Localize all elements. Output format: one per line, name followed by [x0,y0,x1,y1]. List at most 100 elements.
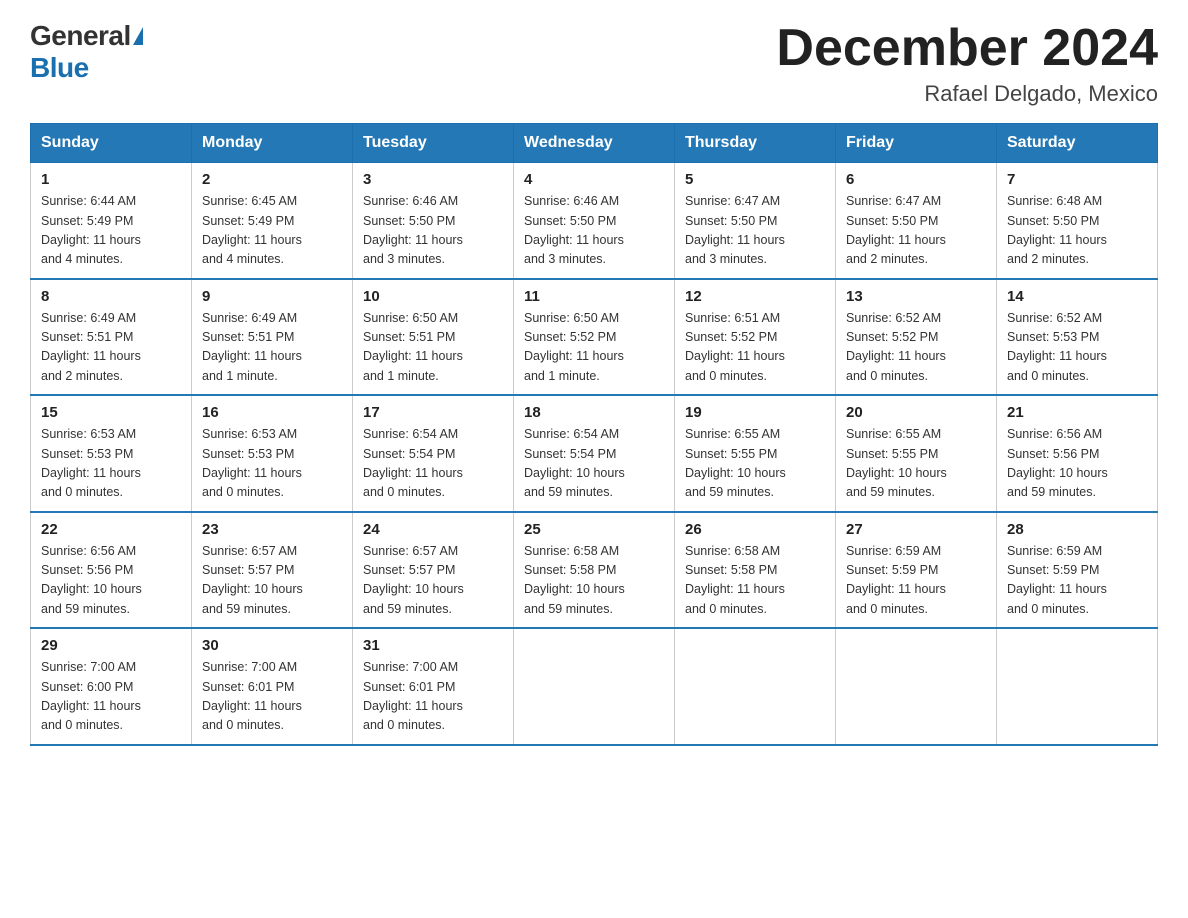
calendar-cell: 1 Sunrise: 6:44 AM Sunset: 5:49 PM Dayli… [31,163,192,279]
day-number: 19 [685,404,825,421]
logo-blue-text: Blue [30,52,89,83]
header-friday: Friday [836,124,997,163]
day-info: Sunrise: 6:57 AM Sunset: 5:57 PM Dayligh… [363,542,503,620]
day-number: 12 [685,288,825,305]
week-row-3: 15 Sunrise: 6:53 AM Sunset: 5:53 PM Dayl… [31,395,1158,512]
logo: General Blue [30,20,143,84]
day-info: Sunrise: 6:57 AM Sunset: 5:57 PM Dayligh… [202,542,342,620]
day-number: 28 [1007,521,1147,538]
calendar-table: SundayMondayTuesdayWednesdayThursdayFrid… [30,123,1158,746]
day-number: 3 [363,171,503,188]
calendar-header-row: SundayMondayTuesdayWednesdayThursdayFrid… [31,124,1158,163]
month-title: December 2024 [776,20,1158,77]
header-thursday: Thursday [675,124,836,163]
calendar-cell: 26 Sunrise: 6:58 AM Sunset: 5:58 PM Dayl… [675,512,836,629]
calendar-cell: 19 Sunrise: 6:55 AM Sunset: 5:55 PM Dayl… [675,395,836,512]
day-info: Sunrise: 6:45 AM Sunset: 5:49 PM Dayligh… [202,192,342,270]
day-number: 9 [202,288,342,305]
header-sunday: Sunday [31,124,192,163]
day-info: Sunrise: 6:55 AM Sunset: 5:55 PM Dayligh… [846,425,986,503]
day-number: 1 [41,171,181,188]
calendar-cell: 30 Sunrise: 7:00 AM Sunset: 6:01 PM Dayl… [192,628,353,745]
calendar-cell [997,628,1158,745]
day-number: 14 [1007,288,1147,305]
title-area: December 2024 Rafael Delgado, Mexico [776,20,1158,107]
week-row-5: 29 Sunrise: 7:00 AM Sunset: 6:00 PM Dayl… [31,628,1158,745]
day-info: Sunrise: 6:47 AM Sunset: 5:50 PM Dayligh… [846,192,986,270]
day-number: 13 [846,288,986,305]
calendar-cell: 25 Sunrise: 6:58 AM Sunset: 5:58 PM Dayl… [514,512,675,629]
calendar-cell: 15 Sunrise: 6:53 AM Sunset: 5:53 PM Dayl… [31,395,192,512]
calendar-cell: 4 Sunrise: 6:46 AM Sunset: 5:50 PM Dayli… [514,163,675,279]
calendar-cell: 7 Sunrise: 6:48 AM Sunset: 5:50 PM Dayli… [997,163,1158,279]
calendar-cell: 23 Sunrise: 6:57 AM Sunset: 5:57 PM Dayl… [192,512,353,629]
header-monday: Monday [192,124,353,163]
calendar-cell [675,628,836,745]
day-number: 23 [202,521,342,538]
day-info: Sunrise: 6:46 AM Sunset: 5:50 PM Dayligh… [363,192,503,270]
day-info: Sunrise: 7:00 AM Sunset: 6:01 PM Dayligh… [202,658,342,736]
day-number: 4 [524,171,664,188]
header-tuesday: Tuesday [353,124,514,163]
day-number: 15 [41,404,181,421]
day-number: 26 [685,521,825,538]
day-number: 18 [524,404,664,421]
day-info: Sunrise: 6:53 AM Sunset: 5:53 PM Dayligh… [41,425,181,503]
calendar-cell: 9 Sunrise: 6:49 AM Sunset: 5:51 PM Dayli… [192,279,353,396]
calendar-cell: 6 Sunrise: 6:47 AM Sunset: 5:50 PM Dayli… [836,163,997,279]
logo-general-text: General [30,20,131,52]
day-number: 2 [202,171,342,188]
day-info: Sunrise: 6:53 AM Sunset: 5:53 PM Dayligh… [202,425,342,503]
day-info: Sunrise: 6:56 AM Sunset: 5:56 PM Dayligh… [1007,425,1147,503]
calendar-cell: 3 Sunrise: 6:46 AM Sunset: 5:50 PM Dayli… [353,163,514,279]
day-number: 7 [1007,171,1147,188]
day-number: 24 [363,521,503,538]
calendar-cell: 14 Sunrise: 6:52 AM Sunset: 5:53 PM Dayl… [997,279,1158,396]
calendar-cell: 11 Sunrise: 6:50 AM Sunset: 5:52 PM Dayl… [514,279,675,396]
calendar-cell: 17 Sunrise: 6:54 AM Sunset: 5:54 PM Dayl… [353,395,514,512]
location-title: Rafael Delgado, Mexico [776,81,1158,107]
day-number: 27 [846,521,986,538]
day-info: Sunrise: 6:56 AM Sunset: 5:56 PM Dayligh… [41,542,181,620]
day-info: Sunrise: 6:52 AM Sunset: 5:53 PM Dayligh… [1007,309,1147,387]
calendar-cell: 29 Sunrise: 7:00 AM Sunset: 6:00 PM Dayl… [31,628,192,745]
week-row-4: 22 Sunrise: 6:56 AM Sunset: 5:56 PM Dayl… [31,512,1158,629]
day-number: 10 [363,288,503,305]
day-number: 22 [41,521,181,538]
calendar-cell: 22 Sunrise: 6:56 AM Sunset: 5:56 PM Dayl… [31,512,192,629]
day-info: Sunrise: 6:48 AM Sunset: 5:50 PM Dayligh… [1007,192,1147,270]
day-info: Sunrise: 7:00 AM Sunset: 6:01 PM Dayligh… [363,658,503,736]
week-row-2: 8 Sunrise: 6:49 AM Sunset: 5:51 PM Dayli… [31,279,1158,396]
calendar-cell: 28 Sunrise: 6:59 AM Sunset: 5:59 PM Dayl… [997,512,1158,629]
calendar-cell: 27 Sunrise: 6:59 AM Sunset: 5:59 PM Dayl… [836,512,997,629]
day-info: Sunrise: 6:51 AM Sunset: 5:52 PM Dayligh… [685,309,825,387]
day-info: Sunrise: 6:59 AM Sunset: 5:59 PM Dayligh… [846,542,986,620]
day-info: Sunrise: 6:58 AM Sunset: 5:58 PM Dayligh… [685,542,825,620]
day-info: Sunrise: 6:50 AM Sunset: 5:51 PM Dayligh… [363,309,503,387]
header: General Blue December 2024 Rafael Delgad… [30,20,1158,107]
calendar-cell: 18 Sunrise: 6:54 AM Sunset: 5:54 PM Dayl… [514,395,675,512]
day-info: Sunrise: 6:58 AM Sunset: 5:58 PM Dayligh… [524,542,664,620]
calendar-cell [514,628,675,745]
day-number: 11 [524,288,664,305]
calendar-cell [836,628,997,745]
day-number: 17 [363,404,503,421]
day-info: Sunrise: 6:47 AM Sunset: 5:50 PM Dayligh… [685,192,825,270]
day-info: Sunrise: 6:44 AM Sunset: 5:49 PM Dayligh… [41,192,181,270]
calendar-cell: 31 Sunrise: 7:00 AM Sunset: 6:01 PM Dayl… [353,628,514,745]
calendar-cell: 21 Sunrise: 6:56 AM Sunset: 5:56 PM Dayl… [997,395,1158,512]
calendar-cell: 24 Sunrise: 6:57 AM Sunset: 5:57 PM Dayl… [353,512,514,629]
day-number: 20 [846,404,986,421]
day-info: Sunrise: 6:55 AM Sunset: 5:55 PM Dayligh… [685,425,825,503]
day-number: 25 [524,521,664,538]
calendar-cell: 12 Sunrise: 6:51 AM Sunset: 5:52 PM Dayl… [675,279,836,396]
day-info: Sunrise: 6:50 AM Sunset: 5:52 PM Dayligh… [524,309,664,387]
calendar-cell: 8 Sunrise: 6:49 AM Sunset: 5:51 PM Dayli… [31,279,192,396]
day-info: Sunrise: 6:49 AM Sunset: 5:51 PM Dayligh… [41,309,181,387]
day-info: Sunrise: 7:00 AM Sunset: 6:00 PM Dayligh… [41,658,181,736]
day-info: Sunrise: 6:54 AM Sunset: 5:54 PM Dayligh… [524,425,664,503]
day-info: Sunrise: 6:52 AM Sunset: 5:52 PM Dayligh… [846,309,986,387]
calendar-cell: 5 Sunrise: 6:47 AM Sunset: 5:50 PM Dayli… [675,163,836,279]
calendar-cell: 2 Sunrise: 6:45 AM Sunset: 5:49 PM Dayli… [192,163,353,279]
calendar-cell: 13 Sunrise: 6:52 AM Sunset: 5:52 PM Dayl… [836,279,997,396]
